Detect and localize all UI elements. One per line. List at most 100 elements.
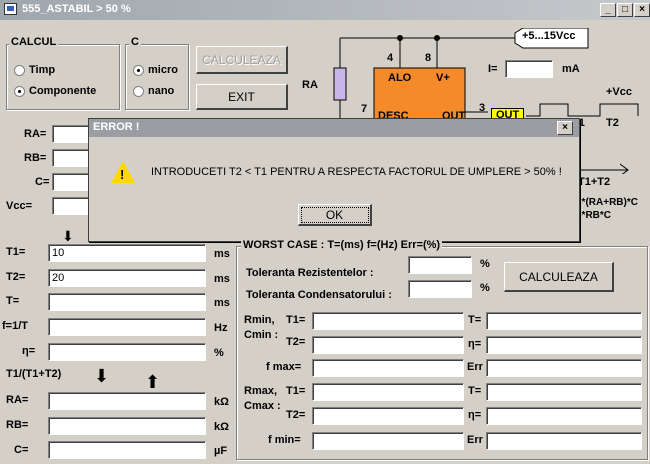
unit-group bbox=[125, 44, 189, 110]
up-arrow-icon[interactable]: ⬆ bbox=[145, 372, 160, 393]
f-label: f=1/T bbox=[2, 320, 28, 332]
current-label: I= bbox=[488, 63, 498, 75]
t2-label: T2= bbox=[6, 271, 26, 283]
f-input[interactable] bbox=[48, 318, 206, 336]
dialog-titlebar: ERROR ! × bbox=[89, 119, 579, 137]
period-arrow bbox=[576, 163, 629, 174]
t2-input[interactable]: 20 bbox=[48, 269, 206, 287]
ra2-input[interactable] bbox=[48, 392, 206, 410]
min-eta-output[interactable] bbox=[486, 336, 642, 354]
unit-group-title: C bbox=[129, 36, 141, 48]
calculate-button-top[interactable]: CALCULEAZA bbox=[196, 46, 288, 74]
err-min-output[interactable] bbox=[486, 432, 642, 450]
t1-unit: ms bbox=[214, 248, 230, 260]
rb-input[interactable] bbox=[52, 149, 92, 167]
err-max-label: Err bbox=[467, 361, 483, 373]
title-bar: 555_ASTABIL > 50 % _ □ × bbox=[0, 0, 650, 20]
min-eta-label: η= bbox=[468, 338, 482, 350]
vcc-input[interactable] bbox=[52, 197, 92, 215]
calculate-button-worst[interactable]: CALCULEAZA bbox=[504, 262, 614, 292]
max-t2-output[interactable] bbox=[312, 407, 464, 425]
radio-micro-label: micro bbox=[148, 64, 178, 76]
rb-label: RB= bbox=[24, 152, 47, 164]
ra-input[interactable] bbox=[52, 125, 92, 143]
tol-r-label: Toleranta Rezistentelor : bbox=[246, 267, 374, 279]
period-label: T1+T2 bbox=[578, 176, 611, 188]
rmin-label: Rmin, bbox=[244, 314, 275, 326]
err-min-label: Err bbox=[467, 434, 483, 446]
rmax-t1-label: T1= bbox=[286, 385, 306, 397]
ra-circuit-label: RA bbox=[302, 79, 318, 91]
radio-componente-label: Componente bbox=[29, 85, 97, 97]
pin7-label: 7 bbox=[361, 103, 368, 115]
radio-micro[interactable] bbox=[133, 65, 144, 76]
t1-input[interactable]: 10 bbox=[48, 244, 206, 262]
close-button[interactable]: × bbox=[634, 3, 650, 17]
current-input[interactable] bbox=[505, 60, 553, 78]
down-arrow-icon-2[interactable]: ⬇ bbox=[94, 366, 109, 387]
max-t-output[interactable] bbox=[486, 383, 642, 401]
minimize-button[interactable]: _ bbox=[600, 3, 616, 17]
t2-circuit-label: T2 bbox=[606, 117, 619, 129]
max-eta-label: η= bbox=[468, 409, 482, 421]
pin3-label: 3 bbox=[479, 102, 486, 114]
t-unit: ms bbox=[214, 297, 230, 309]
pin4-label: 4 bbox=[387, 52, 394, 64]
t2-unit: ms bbox=[214, 273, 230, 285]
dialog-message: INTRODUCETI T2 < T1 PENTRU A RESPECTA FA… bbox=[151, 166, 562, 178]
max-t1-output[interactable] bbox=[312, 383, 464, 401]
rmax-label: Rmax, bbox=[244, 385, 278, 397]
fmin-output[interactable] bbox=[312, 432, 464, 450]
pin8-label: 8 bbox=[425, 52, 432, 64]
t-label: T= bbox=[6, 295, 20, 307]
formula-1: 3*(RA+RB)*C bbox=[576, 197, 638, 208]
maximize-button[interactable]: □ bbox=[617, 3, 633, 17]
radio-nano[interactable] bbox=[133, 86, 144, 97]
tol-r-input[interactable] bbox=[408, 256, 472, 274]
c2-input[interactable] bbox=[48, 441, 206, 459]
radio-componente[interactable] bbox=[14, 86, 25, 97]
error-dialog: ERROR ! × ! INTRODUCETI T2 < T1 PENTRU A… bbox=[88, 118, 580, 242]
ra-label: RA= bbox=[24, 128, 47, 140]
radio-timp-label: Timp bbox=[29, 64, 56, 76]
current-unit: mA bbox=[562, 63, 580, 75]
tol-r-pct: % bbox=[480, 258, 490, 270]
chip-vplus-label: V+ bbox=[436, 72, 450, 84]
min-t2-output[interactable] bbox=[312, 336, 464, 354]
rmin-t1-label: T1= bbox=[286, 314, 306, 326]
fmax-output[interactable] bbox=[312, 359, 464, 377]
vcc-label: Vcc= bbox=[6, 200, 32, 212]
max-eta-output[interactable] bbox=[486, 407, 642, 425]
rmin-t2-label: T2= bbox=[286, 336, 306, 348]
t-input[interactable] bbox=[48, 293, 206, 311]
circuit-diagram bbox=[333, 28, 639, 120]
down-arrow-icon: ⬇ bbox=[62, 228, 74, 244]
dialog-close-button[interactable]: × bbox=[557, 121, 573, 135]
c-input[interactable] bbox=[52, 173, 92, 191]
tol-c-input[interactable] bbox=[408, 280, 472, 298]
cmax-label: Cmax : bbox=[244, 400, 281, 412]
err-max-output[interactable] bbox=[486, 359, 642, 377]
ratio-label: T1/(T1+T2) bbox=[6, 368, 62, 380]
rb2-label: RB= bbox=[6, 419, 29, 431]
fmin-label: f min= bbox=[268, 434, 301, 446]
ok-button[interactable]: OK bbox=[298, 204, 372, 226]
calcul-group bbox=[6, 44, 120, 110]
min-t-output[interactable] bbox=[486, 312, 642, 330]
eta-unit: % bbox=[214, 347, 224, 359]
tol-c-label: Toleranta Condensatorului : bbox=[246, 289, 392, 301]
warning-icon-mark: ! bbox=[120, 167, 125, 182]
ra2-label: RA= bbox=[6, 394, 29, 406]
t1-label: T1= bbox=[6, 246, 26, 258]
exit-button[interactable]: EXIT bbox=[196, 84, 288, 110]
radio-timp[interactable] bbox=[14, 65, 25, 76]
rmax-t2-label: T2= bbox=[286, 409, 306, 421]
eta-input[interactable] bbox=[48, 343, 206, 361]
worst-case-title: WORST CASE : T=(ms) f=(Hz) Err=(%) bbox=[241, 239, 443, 251]
dialog-title: ERROR ! bbox=[93, 121, 140, 133]
rb2-input[interactable] bbox=[48, 417, 206, 435]
ra2-unit: kΩ bbox=[214, 396, 229, 408]
min-t-label: T= bbox=[468, 314, 482, 326]
c2-label: C= bbox=[14, 444, 29, 456]
min-t1-output[interactable] bbox=[312, 312, 464, 330]
